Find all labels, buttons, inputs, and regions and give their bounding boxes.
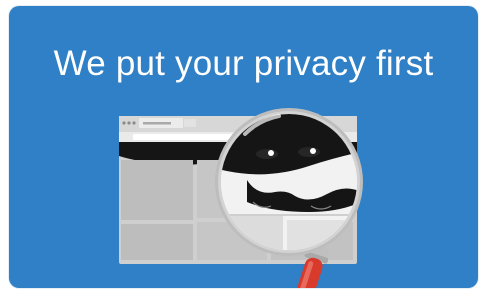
privacy-illustration <box>119 108 363 288</box>
content-panel <box>121 160 193 220</box>
privacy-card[interactable]: We put your privacy first <box>9 6 478 288</box>
content-panel <box>121 224 193 260</box>
